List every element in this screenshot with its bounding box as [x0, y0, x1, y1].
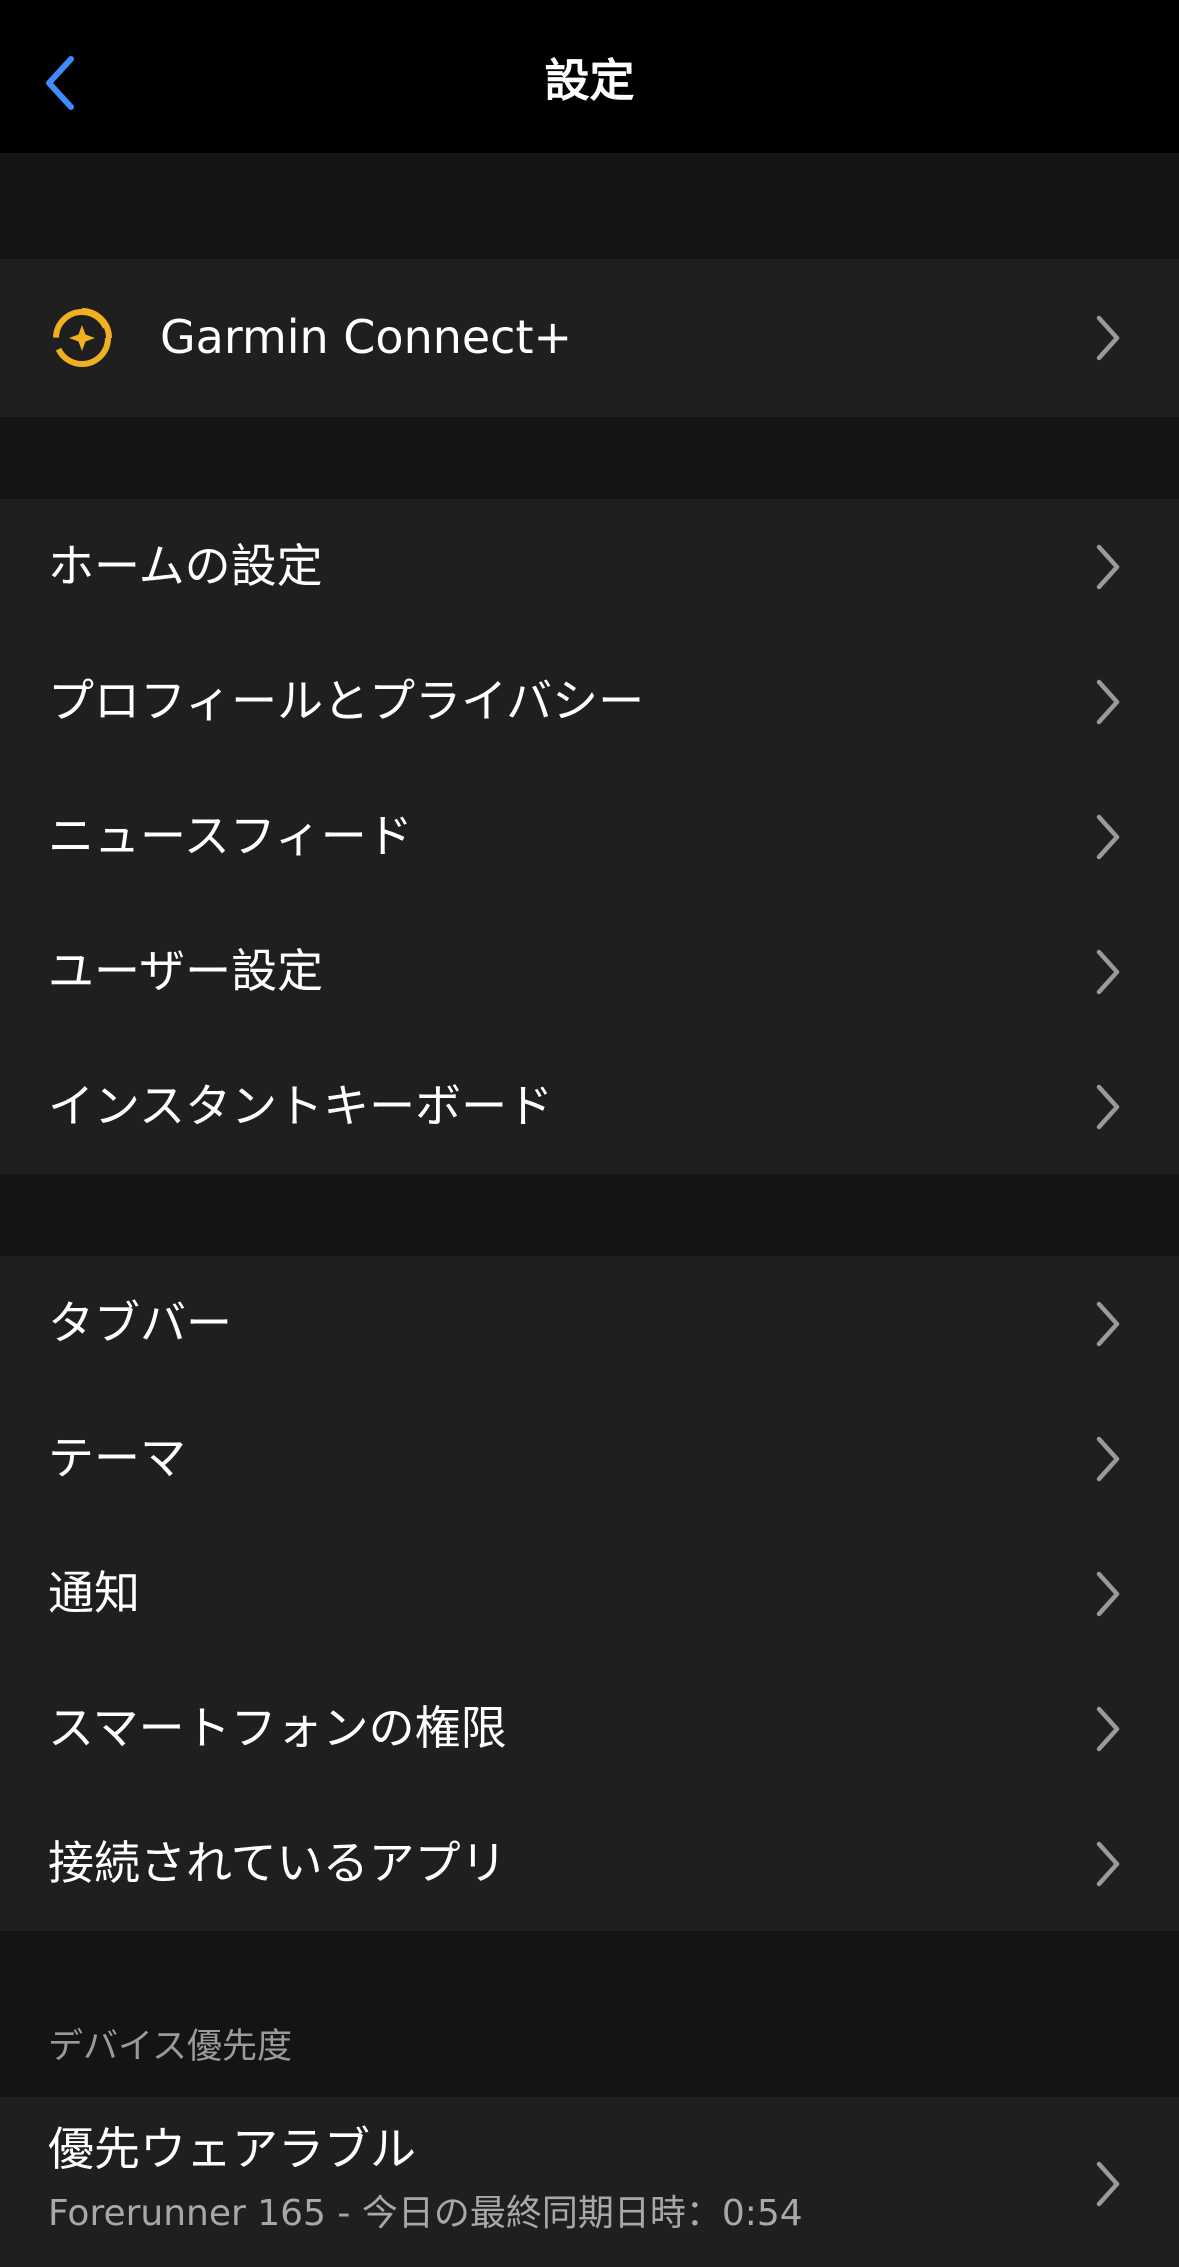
settings-item-news-feed[interactable]: ニュースフィード [0, 769, 1179, 904]
garmin-connect-plus-icon [53, 308, 112, 367]
chevron-right-icon [1096, 1841, 1120, 1886]
settings-item-label: インスタントキーボード [48, 1078, 554, 1133]
settings-item-connected-apps[interactable]: 接続されているアプリ [0, 1796, 1179, 1931]
settings-item-home[interactable]: ホームの設定 [0, 499, 1179, 634]
settings-item-instant-keyboard[interactable]: インスタントキーボード [0, 1039, 1179, 1174]
settings-item-phone-permissions[interactable]: スマートフォンの権限 [0, 1661, 1179, 1796]
chevron-right-icon [1096, 1706, 1120, 1751]
chevron-right-icon [1096, 1436, 1120, 1481]
settings-item-label: テーマ [48, 1430, 186, 1485]
chevron-right-icon [1096, 1301, 1120, 1346]
chevron-right-icon [1096, 544, 1120, 589]
device-priority-header: デバイス優先度 [48, 2027, 292, 2067]
garmin-connect-plus-row[interactable]: Garmin Connect+ [0, 259, 1179, 417]
settings-item-profile-privacy[interactable]: プロフィールとプライバシー [0, 634, 1179, 769]
settings-item-label: プロフィールとプライバシー [48, 673, 645, 728]
preferred-wearable-row[interactable]: 優先ウェアラブル Forerunner 165 - 今日の最終同期日時：0:54 [0, 2097, 1179, 2267]
settings-item-label: 接続されているアプリ [48, 1835, 507, 1890]
settings-item-user-settings[interactable]: ユーザー設定 [0, 904, 1179, 1039]
settings-page: 設定 Garmin Connect+ ホームの設定 プロフィールとプライバシー [0, 0, 1179, 2267]
page-title: 設定 [544, 54, 635, 107]
settings-item-notifications[interactable]: 通知 [0, 1526, 1179, 1661]
chevron-right-icon [1096, 814, 1120, 859]
chevron-right-icon [1096, 1084, 1120, 1129]
settings-item-tab-bar[interactable]: タブバー [0, 1256, 1179, 1391]
general-settings-section: ホームの設定 プロフィールとプライバシー ニュースフィード ユーザー設定 インス… [0, 499, 1179, 1174]
app-settings-section: タブバー テーマ 通知 スマートフォンの権限 接続されているアプリ [0, 1256, 1179, 1931]
settings-item-label: スマートフォンの権限 [48, 1700, 507, 1755]
preferred-wearable-subtitle: Forerunner 165 - 今日の最終同期日時：0:54 [48, 2193, 803, 2234]
chevron-right-icon [1096, 949, 1120, 994]
settings-item-theme[interactable]: テーマ [0, 1391, 1179, 1526]
settings-item-label: タブバー [48, 1295, 232, 1350]
garmin-connect-plus-section: Garmin Connect+ [0, 259, 1179, 417]
settings-item-label: ユーザー設定 [48, 943, 324, 998]
settings-item-label: 通知 [48, 1565, 140, 1620]
chevron-right-icon [1096, 1571, 1120, 1616]
preferred-wearable-title: 優先ウェアラブル [48, 2122, 416, 2176]
navigation-bar: 設定 [0, 0, 1179, 153]
garmin-connect-plus-label: Garmin Connect+ [160, 310, 573, 365]
chevron-right-icon [1096, 679, 1120, 724]
settings-item-label: ホームの設定 [48, 538, 323, 593]
settings-item-label: ニュースフィード [48, 808, 413, 863]
chevron-right-icon [1096, 2161, 1120, 2207]
chevron-right-icon [1096, 315, 1120, 361]
